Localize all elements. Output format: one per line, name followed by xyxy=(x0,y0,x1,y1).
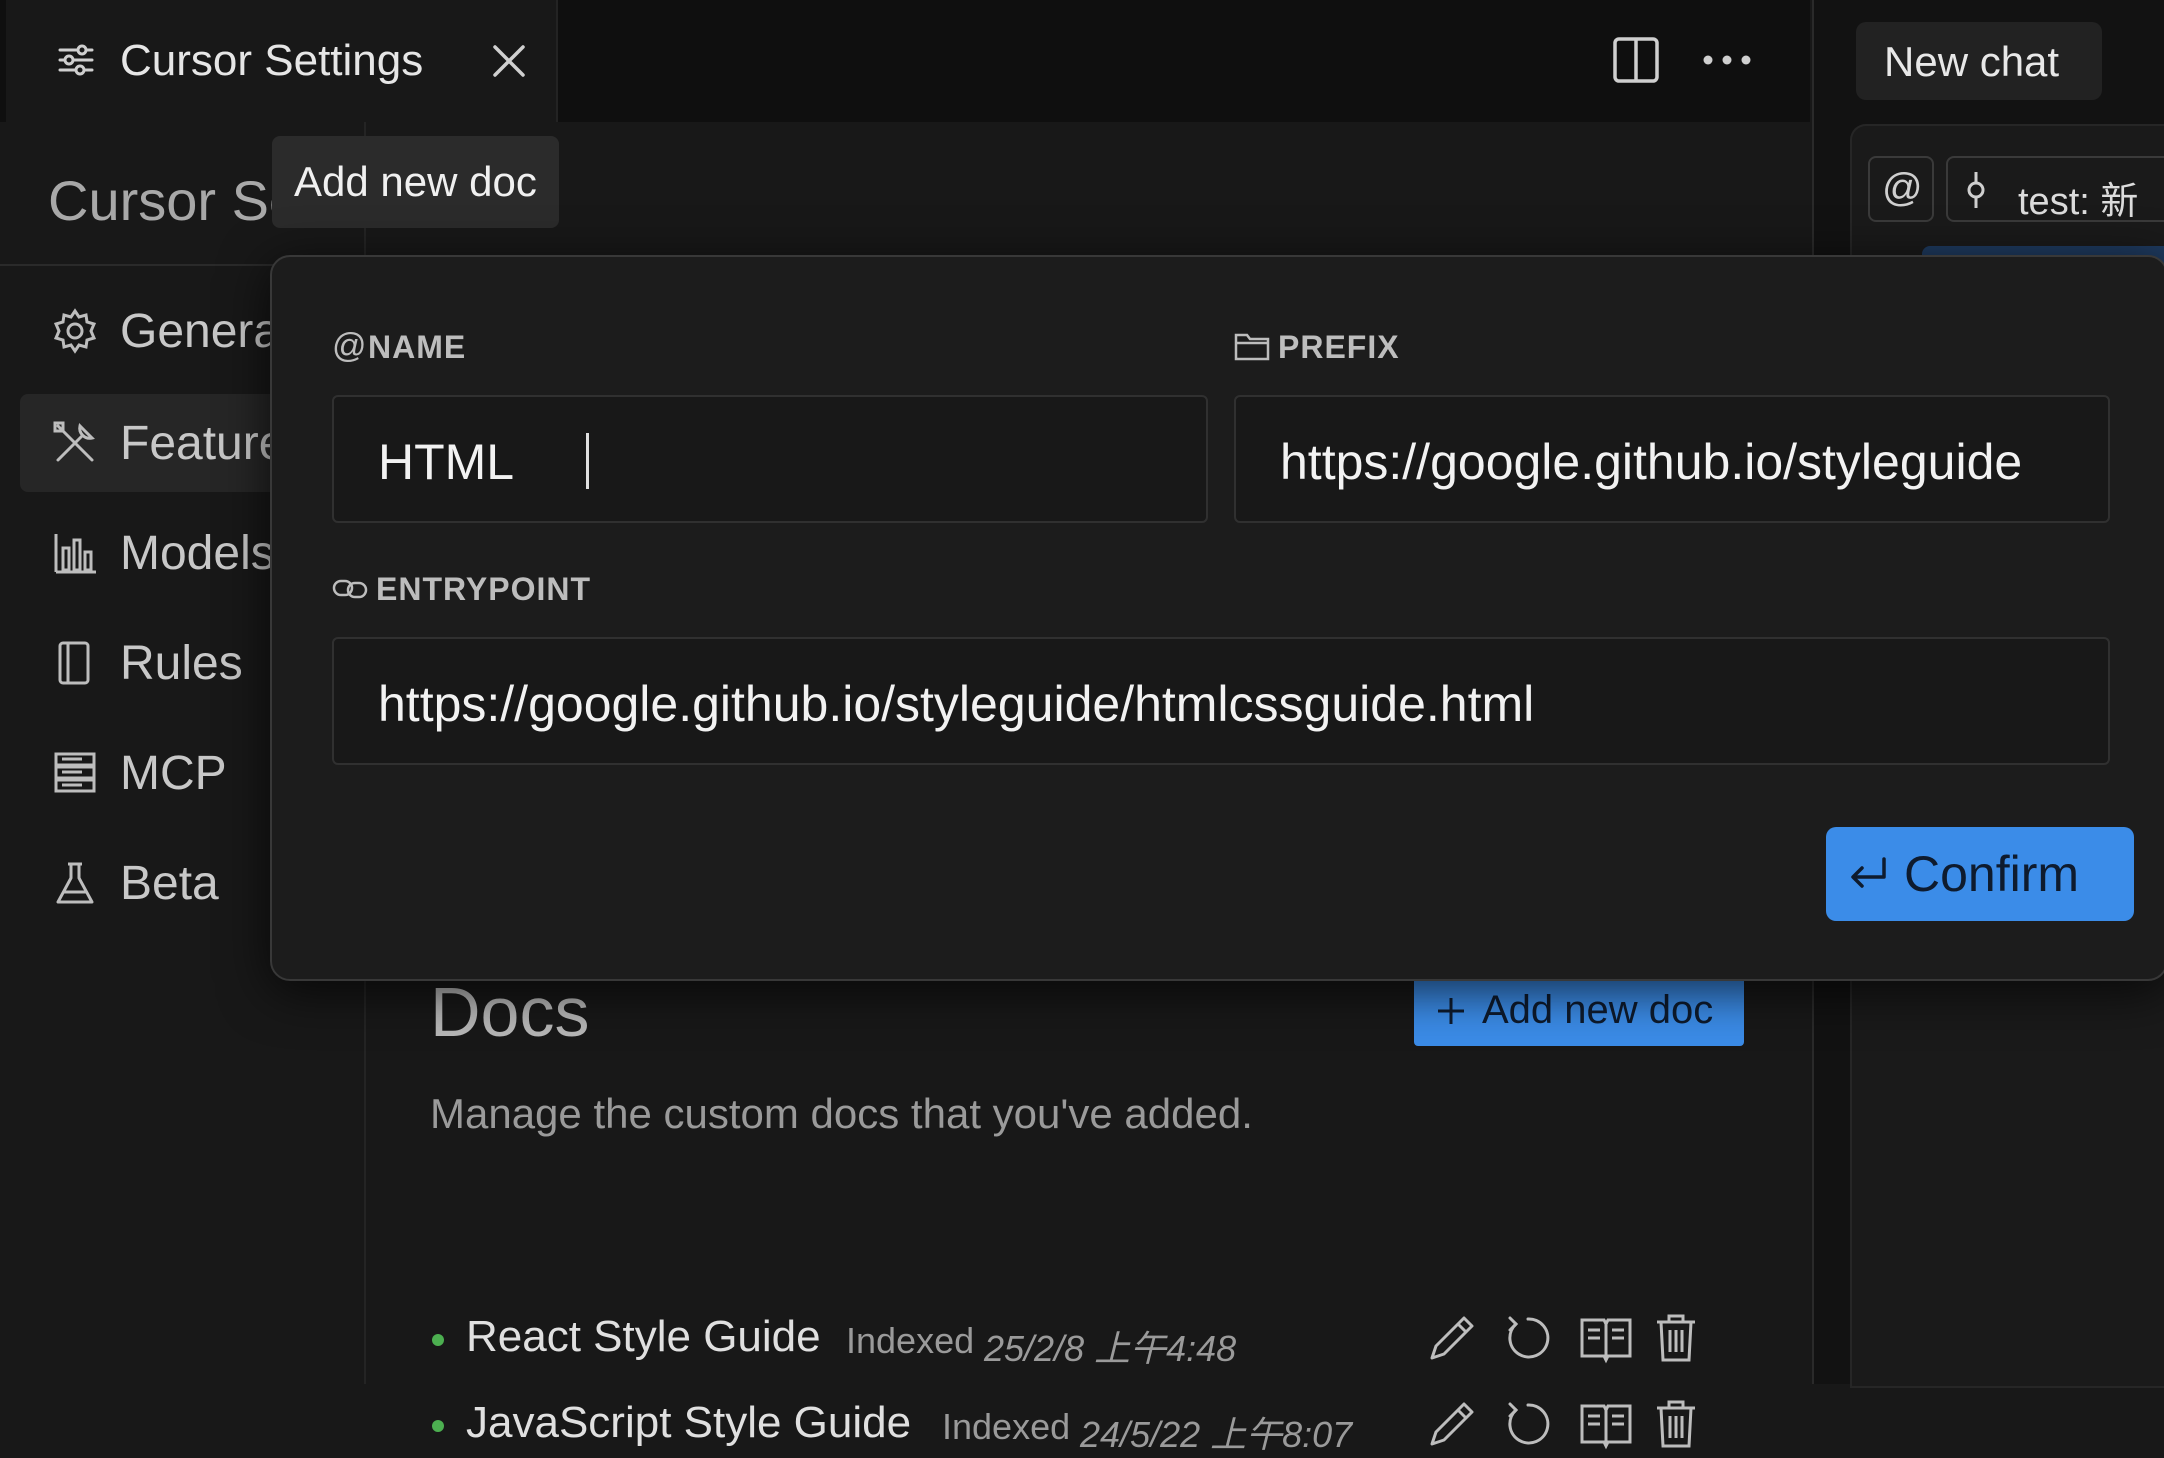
sidebar-item-label: MCP xyxy=(120,747,227,800)
text-cursor xyxy=(586,433,589,489)
git-commit-icon xyxy=(1964,170,1988,210)
confirm-label: Confirm xyxy=(1904,846,2080,902)
doc-indexed-date: 25/2/8 上午4:48 xyxy=(984,1328,1237,1369)
mention-button[interactable]: @ xyxy=(1868,156,1934,222)
entrypoint-label: ENTRYPOINT xyxy=(376,571,592,607)
status-dot xyxy=(432,1420,444,1432)
new-chat-label: New chat xyxy=(1884,38,2060,85)
settings-sliders-icon xyxy=(56,40,96,80)
bar-chart-icon xyxy=(52,530,98,576)
folder-icon xyxy=(1234,331,1270,361)
gear-icon xyxy=(52,308,98,354)
add-new-doc-button[interactable]: Add new doc xyxy=(1414,976,1744,1046)
prefix-value: https://google.github.io/styleguide xyxy=(1280,434,2023,490)
book-icon[interactable] xyxy=(1578,1398,1634,1450)
at-icon: @ xyxy=(332,327,367,365)
context-chip[interactable]: test: 新 xyxy=(1946,156,2164,222)
server-icon xyxy=(52,750,98,796)
status-dot xyxy=(432,1334,444,1346)
tab-bar: Cursor Settings xyxy=(0,0,1810,124)
sidebar-item-label: Beta xyxy=(120,857,219,910)
enter-key-icon xyxy=(1848,855,1888,891)
sidebar-item-label: General xyxy=(120,305,291,358)
document-icon xyxy=(54,640,94,686)
confirm-button[interactable]: Confirm xyxy=(1826,827,2134,921)
docs-description: Manage the custom docs that you've added… xyxy=(430,1090,1253,1137)
list-item: JavaScript Style Guide Indexed 24/5/22 上… xyxy=(426,1388,1695,1458)
add-doc-dialog: @ NAME HTML PREFIX https://google.github… xyxy=(270,255,2164,981)
list-item: React Style Guide Indexed 25/2/8 上午4:48 xyxy=(426,1302,1695,1372)
entrypoint-field[interactable]: https://google.github.io/styleguide/html… xyxy=(332,637,2110,765)
flask-icon xyxy=(52,860,98,906)
prefix-label: PREFIX xyxy=(1278,329,1400,365)
docs-title: Docs xyxy=(430,973,590,1051)
tab-cursor-settings[interactable]: Cursor Settings xyxy=(6,0,558,124)
split-editor-icon[interactable] xyxy=(1612,36,1660,84)
name-label: NAME xyxy=(368,329,467,365)
doc-name[interactable]: React Style Guide xyxy=(466,1312,821,1362)
tab-title: Cursor Settings xyxy=(120,36,424,85)
doc-indexed-date: 24/5/22 上午8:07 xyxy=(1080,1414,1353,1455)
edit-icon[interactable] xyxy=(1426,1312,1478,1364)
new-chat-button[interactable]: New chat xyxy=(1856,22,2102,100)
trash-icon[interactable] xyxy=(1654,1312,1698,1364)
sidebar-item-label: Models xyxy=(120,527,275,580)
close-icon[interactable] xyxy=(490,42,528,80)
doc-indexed-label: Indexed xyxy=(846,1320,975,1361)
entrypoint-value: https://google.github.io/styleguide/html… xyxy=(378,676,1535,732)
prefix-field[interactable]: https://google.github.io/styleguide xyxy=(1234,395,2110,523)
tooltip: Add new doc xyxy=(272,136,559,228)
tools-icon xyxy=(52,420,98,466)
add-new-doc-label: Add new doc xyxy=(1482,988,1714,1032)
refresh-icon[interactable] xyxy=(1502,1398,1554,1450)
name-value: HTML xyxy=(378,434,515,490)
link-icon xyxy=(332,575,368,603)
edit-icon[interactable] xyxy=(1426,1398,1478,1450)
doc-name[interactable]: JavaScript Style Guide xyxy=(466,1398,911,1448)
at-icon: @ xyxy=(1882,166,1923,210)
trash-icon[interactable] xyxy=(1654,1398,1698,1450)
refresh-icon[interactable] xyxy=(1502,1312,1554,1364)
doc-indexed-label: Indexed xyxy=(942,1406,1071,1447)
more-actions-icon[interactable] xyxy=(1702,54,1752,66)
plus-icon xyxy=(1436,996,1466,1026)
book-icon[interactable] xyxy=(1578,1312,1634,1364)
sidebar-item-label: Rules xyxy=(120,637,243,690)
name-field[interactable]: HTML xyxy=(332,395,1208,523)
context-label: test: 新 xyxy=(2018,181,2139,222)
